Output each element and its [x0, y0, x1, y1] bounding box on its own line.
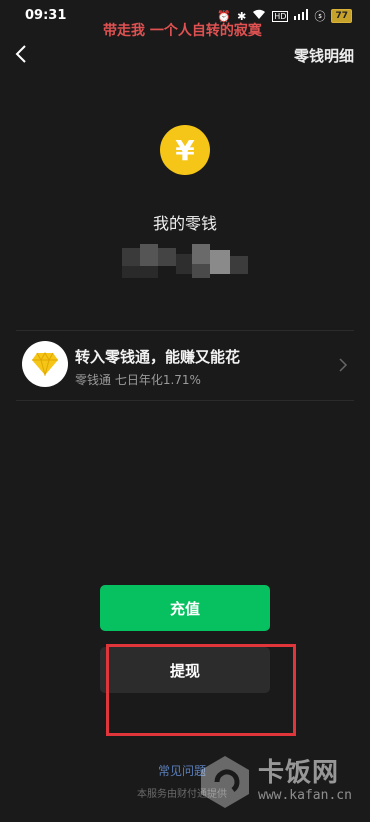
recharge-button[interactable]: 充值 — [100, 585, 270, 631]
withdraw-button[interactable]: 提现 — [100, 647, 270, 693]
divider — [16, 330, 354, 331]
battery-indicator: 77 — [331, 9, 352, 23]
transaction-details-link[interactable]: 零钱明细 — [294, 45, 354, 66]
vpn-icon: ⓢ — [314, 10, 326, 23]
kafan-logo-icon — [201, 756, 249, 808]
chevron-left-icon — [15, 45, 26, 63]
chevron-right-icon — [339, 358, 348, 372]
balance-label: 我的零钱 — [152, 214, 217, 233]
promo-subtitle: 零钱通 七日年化1.71% — [75, 373, 201, 387]
yen-coin-icon: ¥ — [160, 125, 210, 175]
back-button[interactable] — [10, 42, 34, 66]
divider — [16, 400, 354, 401]
watermark-url: www.kafan.cn — [258, 788, 352, 803]
balance-amount-redacted — [122, 244, 248, 282]
watermark-title: 卡饭网 — [258, 758, 340, 788]
status-time: 09:31 — [25, 8, 67, 23]
signal-icon — [294, 9, 309, 23]
promo-title: 转入零钱通，能赚又能花 — [75, 348, 241, 366]
hd-icon: HD — [272, 10, 289, 22]
overlay-caption: 带走我 一个人自转的寂寞 — [103, 23, 262, 39]
diamond-icon — [22, 341, 68, 387]
